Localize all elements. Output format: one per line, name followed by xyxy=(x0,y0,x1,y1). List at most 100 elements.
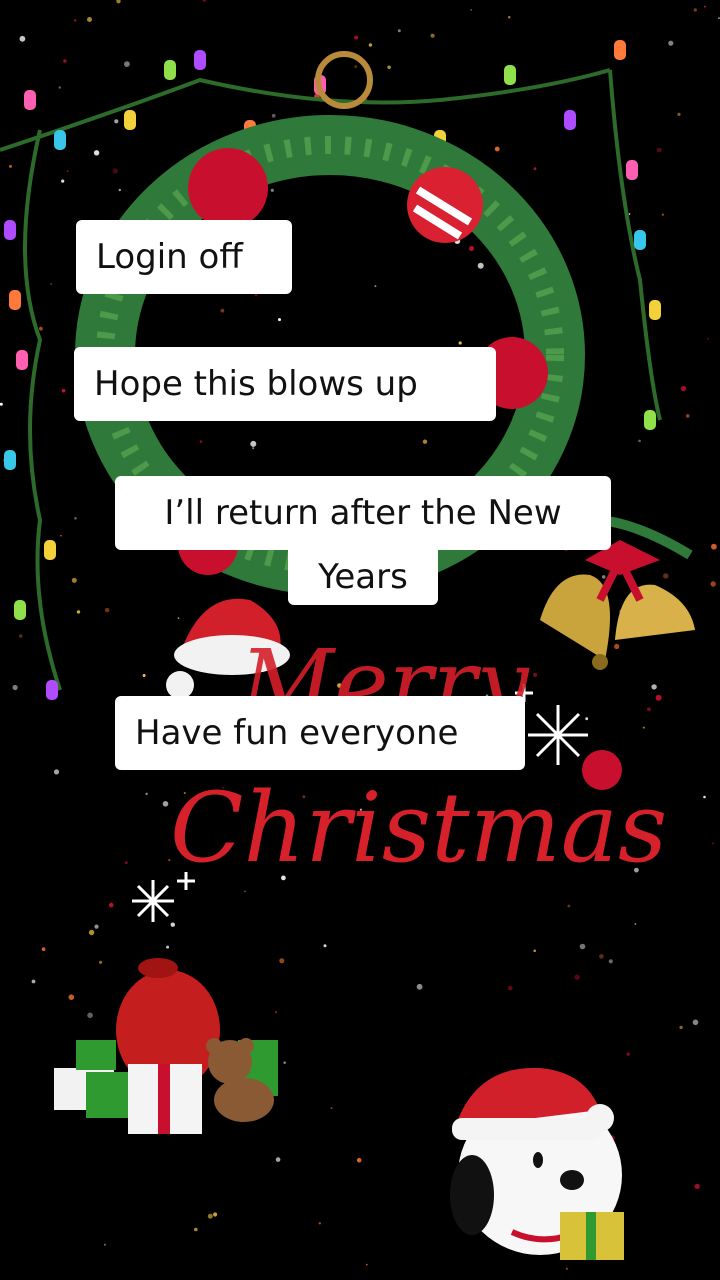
sparkle xyxy=(567,904,571,908)
sparkle xyxy=(354,65,358,68)
sparkle xyxy=(166,945,170,949)
sparkle xyxy=(274,1011,278,1014)
sparkle xyxy=(354,35,359,40)
sparkle xyxy=(494,146,500,152)
sparkle xyxy=(207,1213,213,1219)
caption-hope-blows-up: Hope this blows up xyxy=(74,347,496,421)
sparkle xyxy=(278,318,281,322)
sparkle xyxy=(76,610,81,614)
sparkle xyxy=(712,842,715,845)
sparkle xyxy=(94,924,99,929)
sparkle xyxy=(19,35,26,42)
sparkle xyxy=(93,150,100,156)
sparkle xyxy=(61,179,65,183)
sparkle xyxy=(647,707,651,712)
sparkle xyxy=(679,1025,683,1030)
sparkle xyxy=(651,684,657,690)
sparkle xyxy=(71,577,77,583)
caption-login-off: Login off xyxy=(76,220,292,294)
sparkle xyxy=(170,922,175,927)
sparkle xyxy=(368,43,373,47)
sparkle xyxy=(99,960,103,964)
sparkle xyxy=(58,86,61,89)
sparkle xyxy=(145,792,148,796)
sparkle xyxy=(661,213,665,216)
christmas-script-text: Christmas xyxy=(170,772,668,884)
sparkle xyxy=(628,213,631,215)
light-bulb xyxy=(9,290,21,310)
light-bulb xyxy=(14,600,26,620)
sparkle xyxy=(213,1212,218,1217)
sparkle xyxy=(642,726,645,729)
sparkle xyxy=(416,983,423,990)
sparkle xyxy=(565,1267,569,1270)
sparkle xyxy=(68,994,75,1000)
light-bulb xyxy=(194,50,206,70)
sparkle xyxy=(366,1263,368,1266)
sparkle xyxy=(693,8,697,12)
sparkle xyxy=(533,167,537,171)
sparkle xyxy=(477,262,484,269)
sparkle xyxy=(12,684,18,691)
sparkle xyxy=(9,164,12,168)
sparkle xyxy=(574,974,580,980)
sparkle xyxy=(66,170,69,172)
sparkle xyxy=(374,285,377,288)
light-bulb xyxy=(644,410,656,430)
light-bulb xyxy=(626,160,638,180)
caption-return-line2: Years xyxy=(288,548,438,605)
sparkle xyxy=(114,119,119,124)
sparkle xyxy=(87,17,92,22)
sparkle xyxy=(252,447,255,450)
sparkle xyxy=(105,607,110,613)
sparkle xyxy=(61,388,66,393)
sparkle xyxy=(507,985,513,991)
sparkle xyxy=(250,440,257,447)
sparkle xyxy=(74,19,77,22)
sparkle xyxy=(283,1061,286,1064)
light-bulb xyxy=(124,110,136,130)
sparkle xyxy=(275,1157,281,1162)
sparkle xyxy=(608,959,613,964)
sparkle xyxy=(703,5,706,8)
sparkle xyxy=(387,65,391,70)
sparkle xyxy=(194,1227,198,1232)
light-bulb xyxy=(504,65,516,85)
light-bulb xyxy=(4,220,16,240)
sparkle xyxy=(74,517,77,520)
sparkle xyxy=(108,902,114,908)
sparkle xyxy=(663,573,669,579)
sparkle xyxy=(87,1012,93,1019)
sparkle xyxy=(711,543,717,550)
light-bulb xyxy=(614,40,626,60)
light-bulb xyxy=(4,450,16,470)
sparkle xyxy=(124,61,130,67)
sparkle xyxy=(655,694,662,701)
sparkle xyxy=(668,40,674,46)
caption-have-fun: Have fun everyone xyxy=(115,696,525,770)
sparkle xyxy=(692,1019,699,1026)
light-bulb xyxy=(649,300,661,320)
sparkle xyxy=(142,674,146,677)
light-bulb xyxy=(46,680,58,700)
ornament-icon xyxy=(188,148,268,228)
sparkle xyxy=(50,282,53,285)
sparkle xyxy=(707,337,710,340)
sparkle xyxy=(53,769,60,775)
sparkle xyxy=(356,1157,362,1163)
sparkle xyxy=(162,801,169,807)
sparkle xyxy=(124,861,128,865)
sparkle xyxy=(220,308,225,313)
sparkle xyxy=(112,168,118,174)
sparkle xyxy=(41,947,46,951)
sparkle xyxy=(601,575,606,579)
sparkle xyxy=(88,929,95,936)
sparkle xyxy=(579,943,586,950)
sparkle xyxy=(656,147,662,153)
caption-return-line1: I’ll return after the New xyxy=(115,476,611,550)
sparkle xyxy=(199,440,203,443)
sparkle xyxy=(469,246,474,251)
sparkle xyxy=(330,1107,333,1110)
light-bulb xyxy=(44,540,56,560)
sparkle xyxy=(279,958,285,964)
